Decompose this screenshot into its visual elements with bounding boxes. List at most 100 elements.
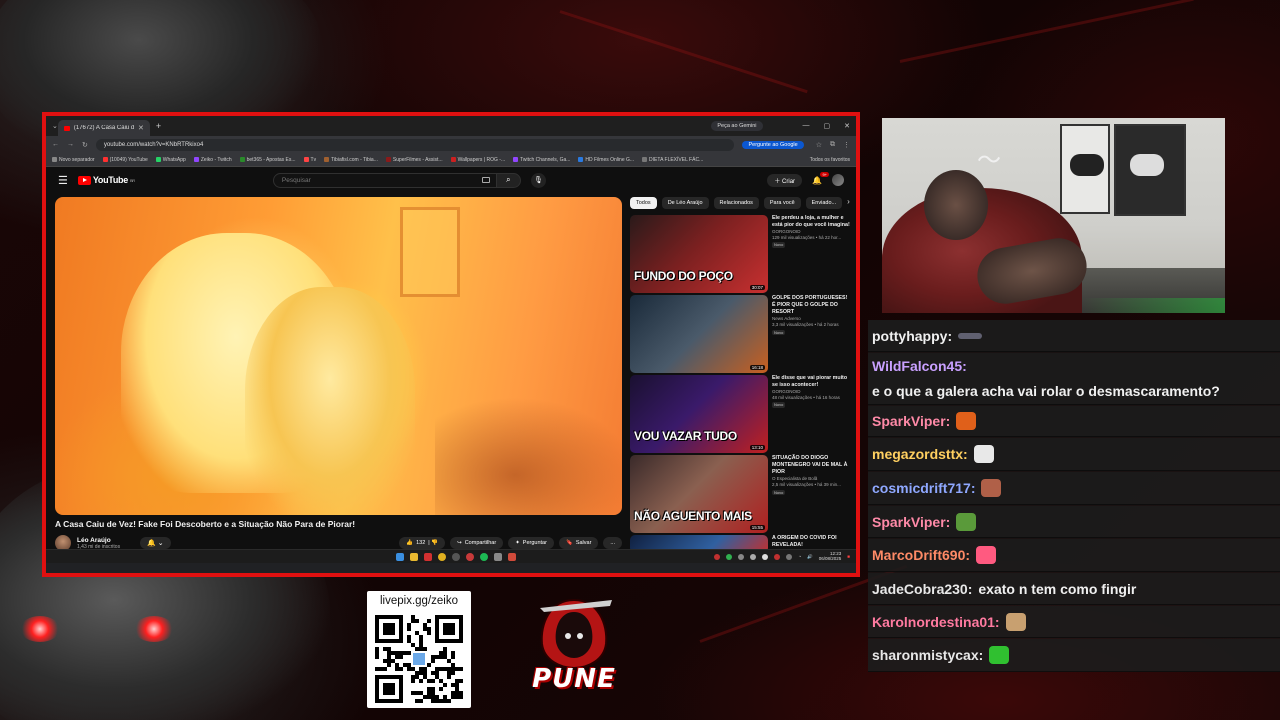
share-button[interactable]: ↪ Compartilhar xyxy=(450,537,504,549)
mic-icon[interactable]: 🎙 xyxy=(530,172,546,188)
app-icon[interactable] xyxy=(494,552,502,561)
video-title-link[interactable]: Ele perdeu a loja, a mulher e está pior … xyxy=(772,215,852,229)
volume-icon[interactable]: 🔊 xyxy=(807,554,813,560)
bookmark-item[interactable]: bet365 - Apostas Es... xyxy=(239,157,296,163)
chat-username[interactable]: megazordsttx: xyxy=(872,445,968,463)
video-title-link[interactable]: A ORIGEM DO COVID FOI REVELADA! xyxy=(772,535,852,549)
chat-username[interactable]: cosmicdrift717: xyxy=(872,479,975,497)
create-button[interactable]: ＋ Criar xyxy=(767,173,803,187)
recommended-video[interactable]: FUNDO DO POÇO 30:07 Ele perdeu a loja, a m… xyxy=(630,215,852,293)
subscribed-bell-button[interactable]: 🔔 ⌄ xyxy=(140,537,171,549)
tray-icon[interactable] xyxy=(762,553,769,560)
chrome-icon[interactable] xyxy=(438,552,446,561)
chevron-right-icon[interactable]: › xyxy=(847,197,850,209)
chat-username[interactable]: MarcoDrift690: xyxy=(872,546,970,564)
video-title-link[interactable]: Ele disse que vai piorar muito se isso a… xyxy=(772,375,852,389)
reload-icon[interactable]: ↻ xyxy=(82,141,88,149)
app-icon[interactable] xyxy=(424,552,432,561)
tray-icon[interactable] xyxy=(726,553,733,560)
controller-art xyxy=(1130,154,1164,176)
new-badge: Novo xyxy=(772,402,786,408)
app-icon[interactable] xyxy=(508,552,516,561)
video-thumbnail[interactable]: VOU VAZAR TUDO 13:10 xyxy=(630,375,768,453)
taskbar-clock[interactable]: 12:23 06/08/2025 xyxy=(819,551,842,562)
close-tab-icon[interactable]: ✕ xyxy=(138,124,144,132)
chip-3[interactable]: Para você xyxy=(763,197,801,209)
tray-icon[interactable] xyxy=(786,553,793,560)
chip-0[interactable]: Todos xyxy=(630,197,657,209)
hamburger-menu-icon[interactable]: ☰ xyxy=(58,174,68,187)
chip-4[interactable]: Enviado... xyxy=(805,197,843,209)
chat-username[interactable]: SparkViper: xyxy=(872,513,950,531)
search-icon[interactable]: ⌕ xyxy=(496,172,521,188)
url-field[interactable]: youtube.com/watch?v=KNbRTRkixo4 xyxy=(95,138,735,151)
star-icon[interactable]: ☆ xyxy=(816,141,822,149)
video-thumbnail[interactable]: NÃO AGUENTO MAIS 15:55 xyxy=(630,455,768,533)
video-thumbnail[interactable]: 16:18 xyxy=(630,295,768,373)
menu-dots-icon[interactable]: ⋮ xyxy=(843,141,850,149)
ask-google-button[interactable]: Pergunte ao Google xyxy=(742,140,804,149)
bookmark-item[interactable]: DIETA FLEXÍVEL FÁC... xyxy=(642,157,703,163)
tray-icon[interactable] xyxy=(774,553,781,560)
obs-icon[interactable] xyxy=(452,552,460,561)
close-window-icon[interactable]: ✕ xyxy=(844,122,850,130)
like-count: 132 xyxy=(416,540,426,546)
youtube-logo[interactable]: YouTube BR xyxy=(77,175,135,185)
app-icon[interactable] xyxy=(466,552,474,561)
tray-icon[interactable] xyxy=(714,553,721,560)
like-button[interactable]: 👍 132 | 👎 xyxy=(399,537,446,549)
chat-username[interactable]: SparkViper: xyxy=(872,412,950,430)
notifications-bell-icon[interactable]: 🔔 9+ xyxy=(812,171,829,185)
maximize-icon[interactable]: ▢ xyxy=(824,122,831,130)
chat-username[interactable]: sharonmistycax: xyxy=(872,646,983,664)
notification-center-icon[interactable]: ■ xyxy=(847,554,850,559)
channel-name[interactable]: Léo Araújo xyxy=(77,537,120,544)
recommended-video[interactable]: 16:18 GOLPE DOS PORTUGUESES! É PIOR QUE O… xyxy=(630,295,852,373)
tray-icon[interactable] xyxy=(738,553,745,560)
bookmark-item[interactable]: WhatsApp xyxy=(155,157,186,163)
windows-start-icon[interactable] xyxy=(396,552,404,561)
bookmark-label: Tv xyxy=(310,156,317,163)
video-title-link[interactable]: SITUAÇÃO DO DIOGO MONTENEGRO VAI DE MAL … xyxy=(772,455,852,476)
bookmark-item[interactable]: SuperFilmes - Assist... xyxy=(385,157,443,163)
video-player[interactable] xyxy=(55,197,622,515)
gemini-button[interactable]: Peça ao Gemini xyxy=(711,121,763,131)
extensions-icon[interactable]: ⧉ xyxy=(830,141,835,149)
minimize-icon[interactable]: — xyxy=(803,122,810,130)
bookmark-item[interactable]: HD Filmes Online G... xyxy=(578,157,634,163)
recommended-video[interactable]: VOU VAZAR TUDO 13:10 Ele disse que vai pio… xyxy=(630,375,852,453)
all-bookmarks-button[interactable]: Todos os favoritos xyxy=(810,157,850,163)
bookmark-item[interactable]: Wallpapers | ROG -... xyxy=(450,156,505,163)
bookmark-item[interactable]: Tv xyxy=(303,156,317,163)
bookmark-item[interactable]: (10049) YouTube xyxy=(102,157,148,163)
new-tab-button[interactable]: + xyxy=(156,121,161,131)
more-actions-button[interactable]: ... xyxy=(603,537,622,549)
chat-username[interactable]: WildFalcon45: xyxy=(872,357,967,375)
spotify-icon[interactable] xyxy=(480,552,488,561)
recommended-video[interactable]: NÃO AGUENTO MAIS 15:55 SITUAÇÃO DO DIOGO M… xyxy=(630,455,852,533)
chip-2[interactable]: Relacionados xyxy=(713,197,759,209)
chip-1[interactable]: De Léo Araújo xyxy=(661,197,709,209)
video-thumbnail[interactable]: FUNDO DO POÇO 30:07 xyxy=(630,215,768,293)
tab-search-icon[interactable]: ⌄ xyxy=(52,122,58,130)
bookmark-item[interactable]: Tibiafisl.com - Tibia... xyxy=(324,157,378,163)
ask-button[interactable]: ✦ Perguntar xyxy=(508,537,554,549)
video-title-link[interactable]: GOLPE DOS PORTUGUESES! É PIOR QUE O GOLP… xyxy=(772,295,852,316)
back-icon[interactable]: ← xyxy=(52,141,59,148)
bookmark-item[interactable]: Zeiko - Twitch xyxy=(193,157,232,163)
file-explorer-icon[interactable] xyxy=(410,552,418,561)
bookmark-item[interactable]: Twitch Channels, Ga... xyxy=(513,157,570,163)
bookmark-item[interactable]: Novo separador xyxy=(52,157,95,163)
save-button[interactable]: 🔖 Salvar xyxy=(558,537,599,549)
search-input[interactable]: Pesquisar xyxy=(272,172,497,188)
chat-username[interactable]: JadeCobra230: xyxy=(872,580,972,598)
forward-icon[interactable]: → xyxy=(67,141,74,148)
wifi-icon[interactable]: ◔ xyxy=(798,554,801,559)
chat-username[interactable]: Karolnordestina01: xyxy=(872,613,1000,631)
keyboard-icon[interactable] xyxy=(481,176,490,183)
tab-active[interactable]: (17672) A Casa Caiu de Vez! ✕ xyxy=(57,120,150,136)
bookmark-favicon-icon xyxy=(450,156,456,162)
chat-username[interactable]: pottyhappy: xyxy=(872,327,952,345)
account-avatar[interactable] xyxy=(832,174,844,186)
tray-icon[interactable] xyxy=(750,553,757,560)
